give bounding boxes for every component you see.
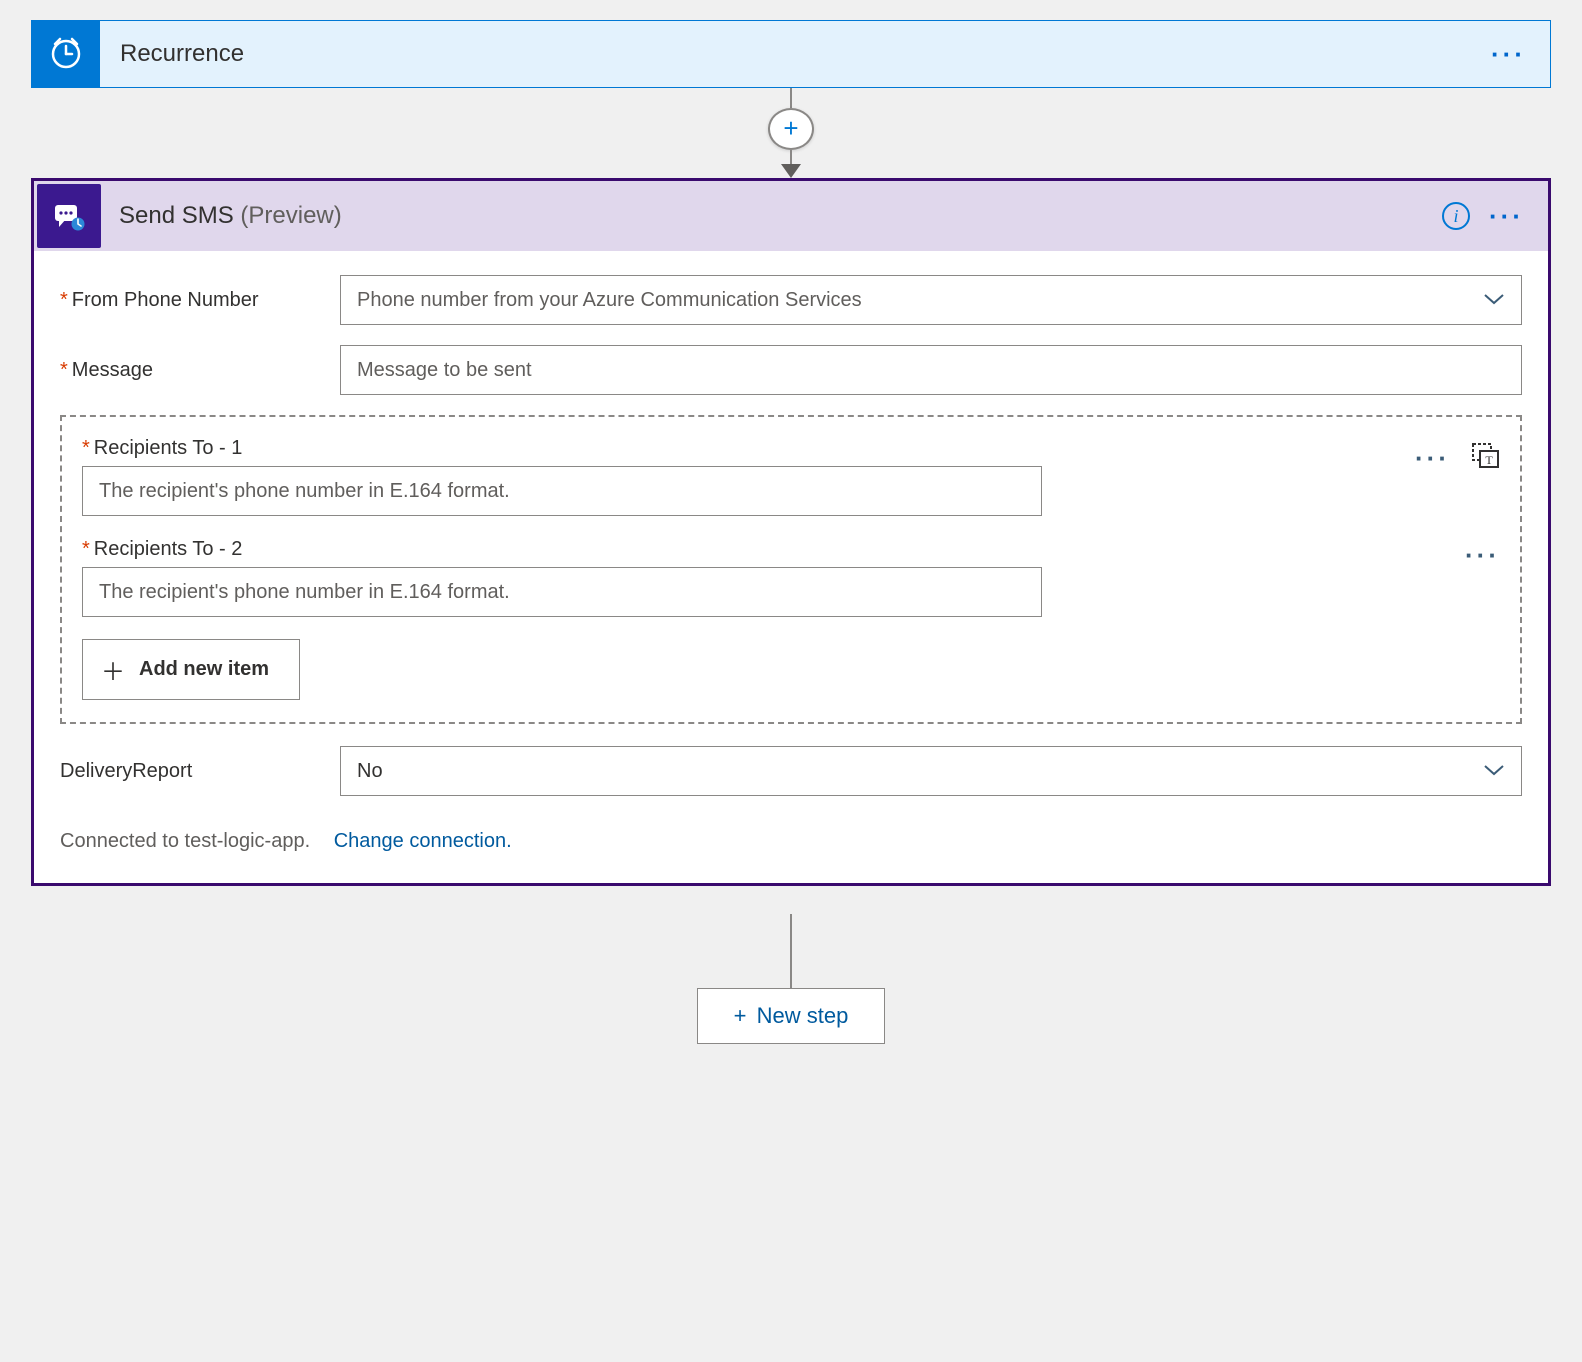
message-placeholder: Message to be sent [357,359,532,382]
recurrence-more-button[interactable]: ··· [1491,39,1526,70]
add-new-item-button[interactable]: ＋ Add new item [82,639,300,700]
recipient-input[interactable]: The recipient's phone number in E.164 fo… [82,466,1042,516]
recipients-group: *Recipients To - 1 The recipient's phone… [60,415,1522,724]
recipient-item: *Recipients To - 1 The recipient's phone… [82,437,1500,516]
required-mark: * [60,359,68,381]
svg-text:T: T [1485,453,1493,467]
switch-mode-icon[interactable]: T [1470,441,1500,474]
from-phone-label: *From Phone Number [60,289,340,312]
arrow-down-icon [781,164,801,178]
change-connection-link[interactable]: Change connection. [334,830,512,852]
connector: + [31,88,1551,178]
clock-icon [32,20,100,88]
required-mark: * [82,538,90,560]
insert-step-button[interactable]: + [768,108,814,150]
chevron-down-icon [1483,760,1505,783]
chevron-down-icon [1483,289,1505,312]
delivery-report-value: No [357,760,383,783]
delivery-report-label: DeliveryReport [60,760,340,783]
add-item-label: Add new item [139,658,269,681]
connection-text: Connected to test-logic-app. [60,830,310,852]
new-step-button[interactable]: + New step [697,988,886,1044]
sms-preview-badge: (Preview) [240,202,341,229]
message-label: *Message [60,359,340,382]
recurrence-trigger-card[interactable]: Recurrence ··· [31,20,1551,88]
from-phone-row: *From Phone Number Phone number from you… [60,275,1522,325]
new-step-label: New step [757,1003,849,1028]
recipient-input[interactable]: The recipient's phone number in E.164 fo… [82,567,1042,617]
message-row: *Message Message to be sent [60,345,1522,395]
from-phone-placeholder: Phone number from your Azure Communicati… [357,289,862,312]
delivery-report-select[interactable]: No [340,746,1522,796]
recipient-item: *Recipients To - 2 The recipient's phone… [82,538,1500,617]
delivery-report-row: DeliveryReport No [60,746,1522,796]
message-input[interactable]: Message to be sent [340,345,1522,395]
recipient-label: *Recipients To - 1 [82,437,1381,460]
send-sms-more-button[interactable]: ··· [1489,201,1524,232]
send-sms-header[interactable]: Send SMS (Preview) i ··· [34,181,1548,251]
recipient-more-button[interactable]: ··· [1465,542,1500,568]
send-sms-action-card: Send SMS (Preview) i ··· *From Phone Num… [31,178,1551,886]
recipient-label: *Recipients To - 2 [82,538,1431,561]
info-icon[interactable]: i [1442,202,1470,230]
connector-line [790,914,792,988]
connection-status: Connected to test-logic-app. Change conn… [60,830,1522,853]
recipient-more-button[interactable]: ··· [1415,445,1450,471]
sms-title-text: Send SMS [119,202,240,229]
required-mark: * [60,289,68,311]
send-sms-title: Send SMS (Preview) [101,202,342,230]
recurrence-title: Recurrence [100,40,244,68]
chat-icon [37,184,101,248]
plus-icon: + [734,1003,747,1028]
from-phone-select[interactable]: Phone number from your Azure Communicati… [340,275,1522,325]
required-mark: * [82,437,90,459]
plus-icon: ＋ [101,652,125,687]
